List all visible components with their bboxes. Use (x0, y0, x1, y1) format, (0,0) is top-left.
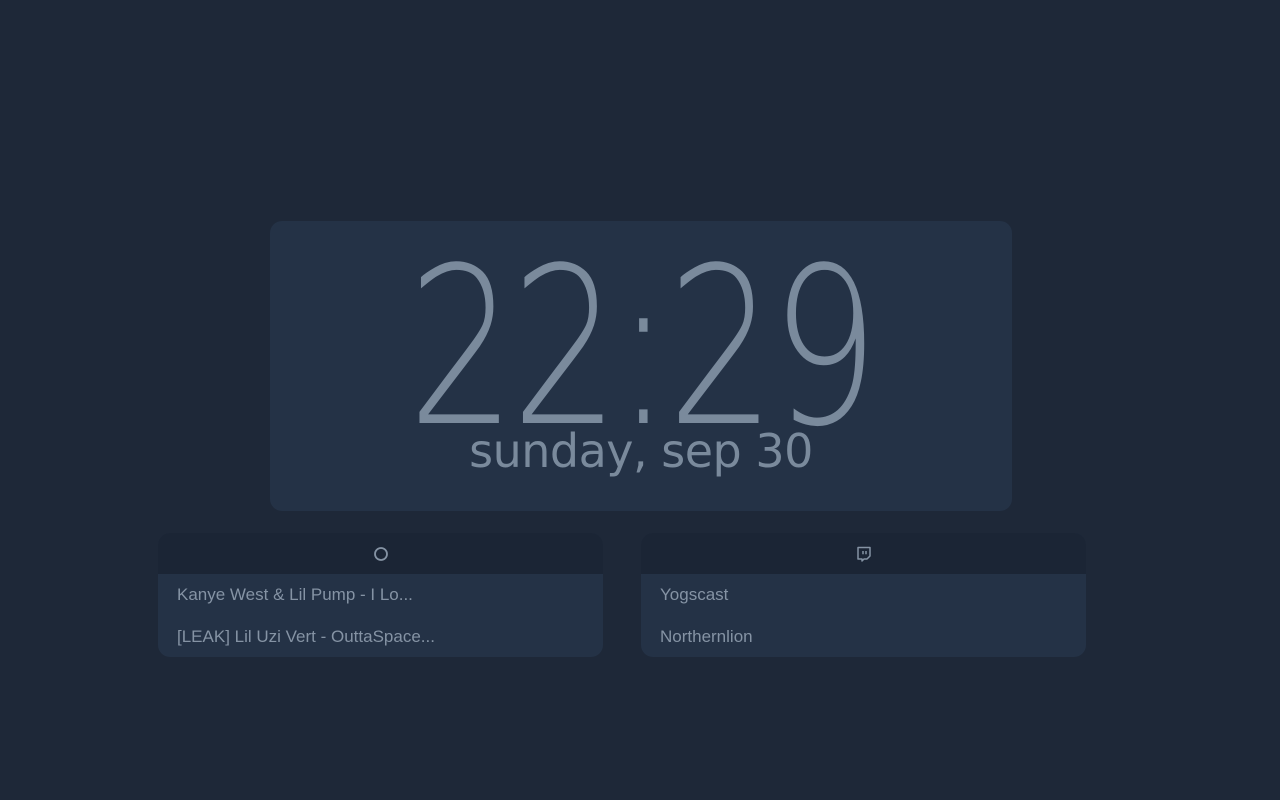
twitch-channel-item[interactable]: Northernlion (641, 616, 1086, 657)
music-list-item[interactable]: Kanye West & Lil Pump - I Lo... (158, 574, 603, 616)
clock-date: sunday, sep 30 (469, 424, 813, 478)
twitch-widget: Yogscast Northernlion (641, 533, 1086, 657)
twitch-channel-item[interactable]: Yogscast (641, 574, 1086, 616)
music-widget: Kanye West & Lil Pump - I Lo... [LEAK] L… (158, 533, 603, 657)
twitch-widget-header (641, 533, 1086, 574)
clock-card: 22:29 sunday, sep 30 (270, 221, 1012, 511)
circle-icon[interactable] (373, 546, 389, 562)
music-widget-header (158, 533, 603, 574)
twitch-icon[interactable] (856, 546, 872, 562)
music-list-item[interactable]: [LEAK] Lil Uzi Vert - OuttaSpace... (158, 616, 603, 657)
clock-time: 22:29 (407, 222, 879, 475)
